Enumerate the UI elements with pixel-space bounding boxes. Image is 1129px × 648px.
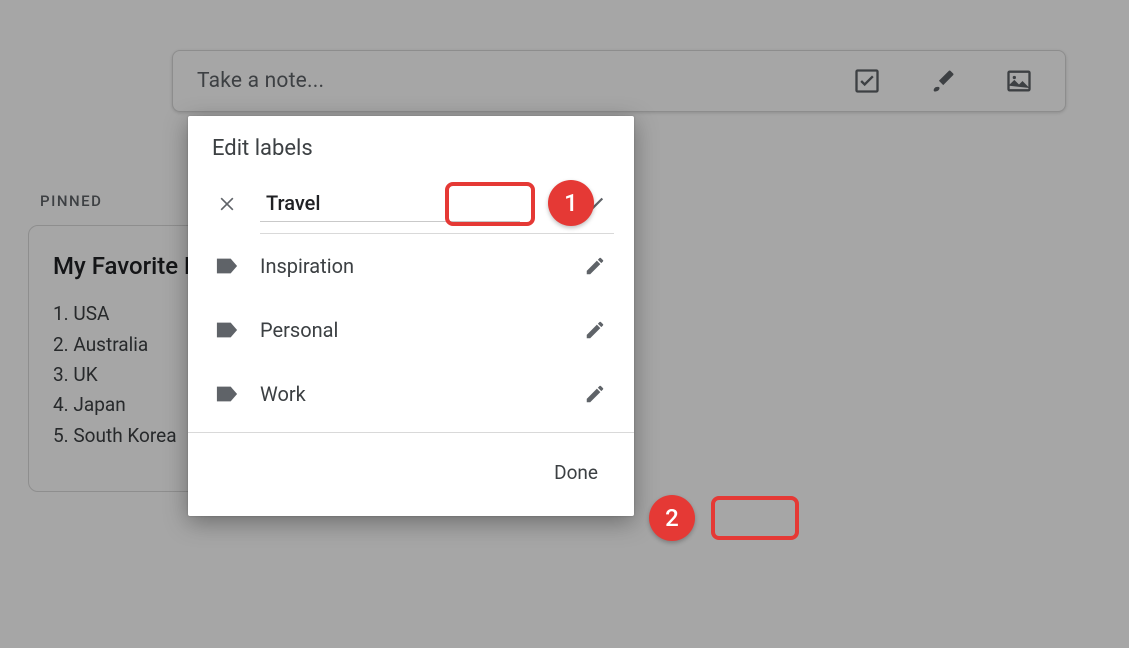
label-row-editing bbox=[188, 175, 634, 233]
modal-title: Edit labels bbox=[188, 116, 634, 175]
label-name: Personal bbox=[246, 318, 576, 342]
label-row: Inspiration bbox=[188, 234, 634, 298]
check-icon[interactable] bbox=[576, 193, 614, 215]
label-icon bbox=[208, 385, 246, 403]
label-row: Personal bbox=[188, 298, 634, 362]
label-icon bbox=[208, 257, 246, 275]
pencil-icon[interactable] bbox=[576, 319, 614, 341]
label-name: Inspiration bbox=[246, 254, 576, 278]
done-button[interactable]: Done bbox=[542, 453, 610, 492]
label-name-input[interactable] bbox=[260, 187, 520, 222]
label-icon bbox=[208, 321, 246, 339]
edit-labels-modal: Edit labels Inspiration Personal bbox=[188, 116, 634, 516]
close-icon[interactable] bbox=[208, 194, 246, 214]
label-name: Work bbox=[246, 382, 576, 406]
label-row: Work bbox=[188, 362, 634, 426]
pencil-icon[interactable] bbox=[576, 383, 614, 405]
pencil-icon[interactable] bbox=[576, 255, 614, 277]
